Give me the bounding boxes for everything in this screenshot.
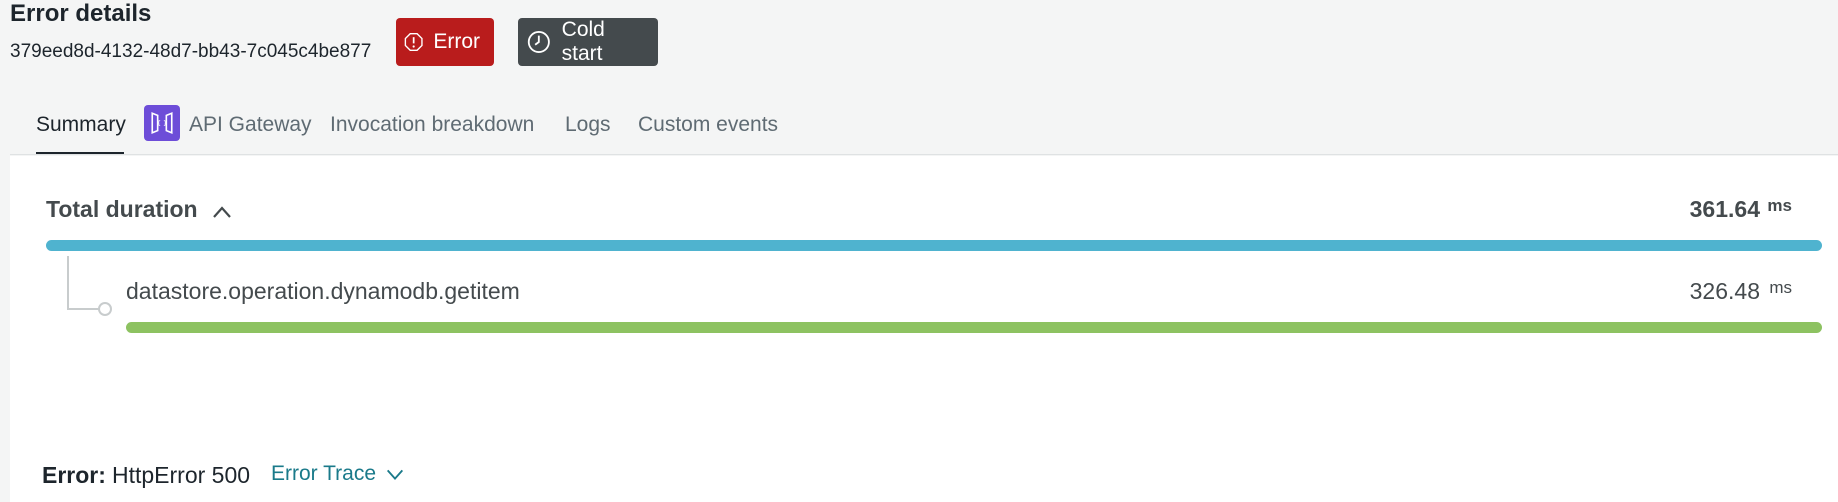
span-unit: ms	[1769, 278, 1792, 297]
error-badge-label: Error	[433, 30, 480, 53]
chevron-down-icon	[387, 469, 404, 480]
chevron-up-icon[interactable]	[210, 200, 234, 224]
tab-logs[interactable]: Logs	[565, 112, 611, 138]
error-trace-label: Error Trace	[271, 462, 377, 485]
api-gateway-icon: { }	[144, 105, 180, 141]
total-duration-unit: ms	[1767, 196, 1792, 215]
tree-node-circle	[98, 302, 112, 316]
summary-panel: Total duration 361.64 ms datastore.opera…	[10, 156, 1838, 502]
span-value: 326.48	[1689, 278, 1760, 304]
page-title: Error details	[10, 0, 152, 27]
total-duration-label[interactable]: Total duration	[46, 196, 198, 223]
tab-bar: Summary { } API Gateway Invocation break…	[10, 100, 1838, 155]
total-duration-bar	[46, 240, 1822, 251]
error-label: Error:	[42, 462, 106, 488]
tree-connector	[67, 256, 99, 310]
span-label: datastore.operation.dynamodb.getitem	[126, 278, 520, 304]
error-value: HttpError 500	[112, 462, 251, 488]
cold-start-badge: Cold start	[518, 18, 658, 66]
invocation-id: 379eed8d-4132-48d7-bb43-7c045c4be877	[10, 41, 372, 62]
tab-api-gateway[interactable]: API Gateway	[189, 112, 312, 138]
error-badge: Error	[396, 18, 494, 66]
clock-icon	[527, 31, 550, 53]
tab-summary[interactable]: Summary	[36, 112, 126, 138]
cold-start-label: Cold start	[561, 18, 605, 65]
error-trace-toggle[interactable]: Error Trace	[271, 462, 406, 486]
span-duration-bar	[126, 322, 1822, 333]
alert-icon	[404, 33, 423, 51]
active-tab-indicator	[36, 152, 124, 154]
tab-custom-events[interactable]: Custom events	[638, 112, 778, 138]
svg-text:{ }: { }	[157, 119, 167, 127]
tab-invocation-breakdown[interactable]: Invocation breakdown	[330, 112, 534, 138]
total-duration-value: 361.64	[1689, 196, 1760, 222]
